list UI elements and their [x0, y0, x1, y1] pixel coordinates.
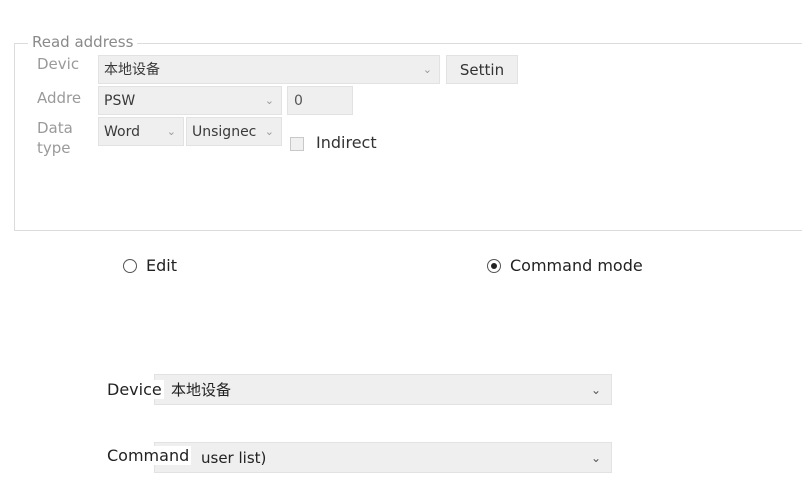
address-label: Addre [37, 89, 82, 107]
data-type-select-value: Word [104, 124, 140, 140]
sign-type-select[interactable]: Unsignec ⌄ [186, 117, 282, 146]
indirect-checkbox[interactable] [290, 137, 304, 151]
chevron-down-icon: ⌄ [590, 383, 601, 397]
bottom-device-label: Device [107, 380, 164, 399]
chevron-down-icon: ⌄ [422, 63, 432, 76]
device-select-value: 本地设备 [104, 62, 160, 78]
edit-radio-label: Edit [146, 256, 177, 275]
edit-radio[interactable] [123, 259, 137, 273]
device-label: Devic [37, 55, 80, 73]
bottom-device-select-value: 本地设备 [171, 381, 232, 399]
device-select[interactable]: 本地设备 ⌄ [98, 55, 440, 84]
chevron-down-icon: ⌄ [264, 94, 274, 107]
address-select-value: PSW [104, 93, 136, 109]
address-select[interactable]: PSW ⌄ [98, 86, 282, 115]
command-mode-radio[interactable] [487, 259, 501, 273]
sign-type-select-value: Unsignec [192, 124, 257, 140]
command-mode-radio-label: Command mode [510, 256, 643, 275]
settings-button[interactable]: Settin [446, 55, 518, 84]
data-type-label-line2: type [37, 139, 71, 157]
indirect-label: Indirect [316, 133, 377, 152]
data-type-label-line1: Data [37, 119, 73, 137]
read-address-legend: Read address [28, 33, 138, 51]
data-type-select[interactable]: Word ⌄ [98, 117, 184, 146]
command-label: Command [107, 446, 192, 465]
chevron-down-icon: ⌄ [590, 451, 601, 465]
command-select[interactable]: user list) ⌄ [154, 442, 612, 473]
chevron-down-icon: ⌄ [166, 125, 176, 138]
address-offset-input[interactable]: 0 [287, 86, 353, 115]
radio-selected-dot [491, 263, 497, 269]
chevron-down-icon: ⌄ [264, 125, 274, 138]
bottom-device-select[interactable]: 本地设备 ⌄ [154, 374, 612, 405]
